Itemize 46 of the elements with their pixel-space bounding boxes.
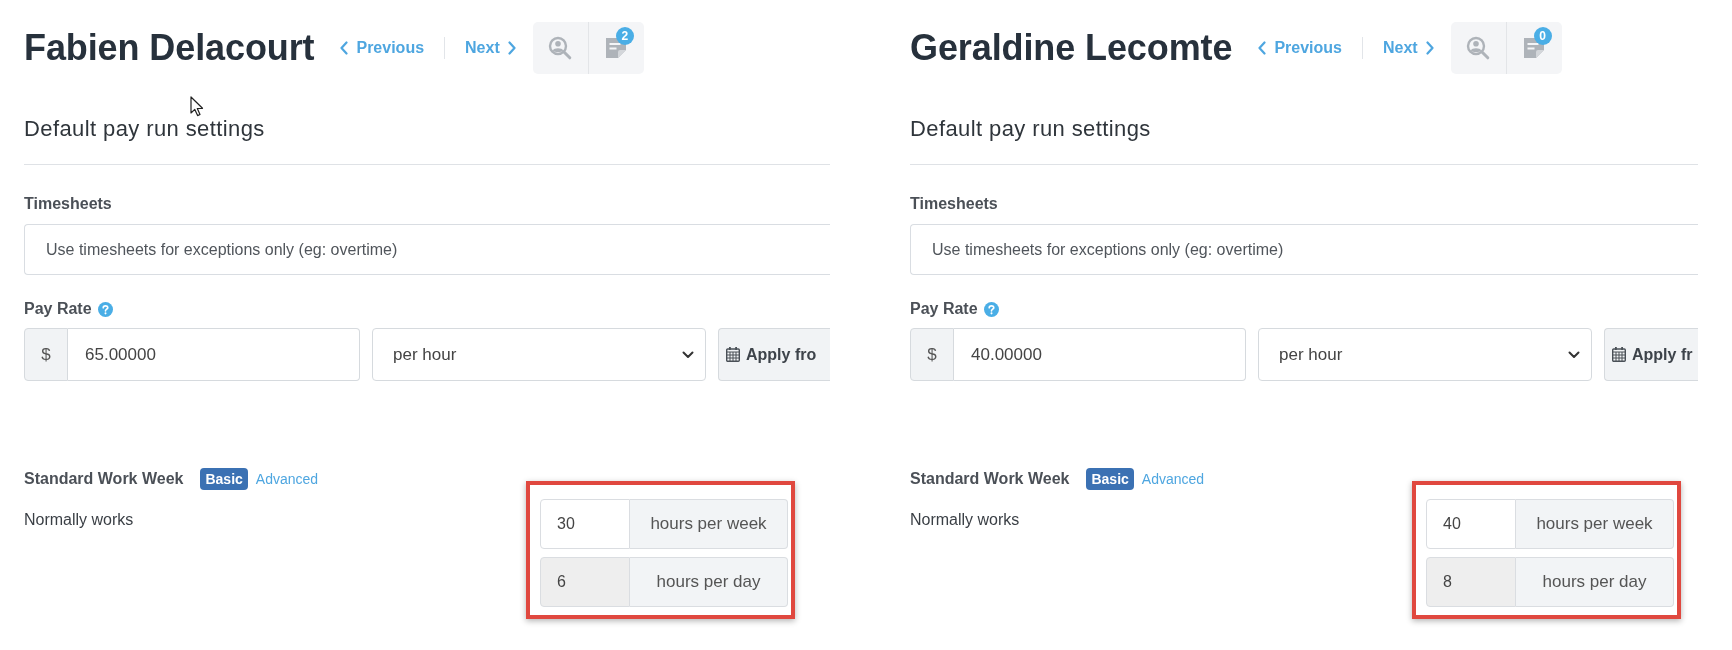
section-label: Standard Work Week <box>910 470 1070 488</box>
mode-tab[interactable]: Basic <box>1086 468 1134 490</box>
person-search-button[interactable] <box>532 22 588 74</box>
count-badge: 2 <box>615 27 634 45</box>
rate-unit-select[interactable]: per hour <box>372 328 706 381</box>
help-icon[interactable] <box>97 301 113 317</box>
calendar-icon <box>726 347 740 362</box>
unit-addon: hours per day <box>1516 557 1674 607</box>
employee-name: Geraldine Lecomte <box>910 27 1233 69</box>
field-label: Timesheets <box>910 194 999 214</box>
normally-works-label: Normally works <box>910 510 1021 530</box>
unit-addon: hours per week <box>1516 499 1674 549</box>
normally-works-label: Normally works <box>24 510 135 530</box>
unit-addon: hours per week <box>630 499 788 549</box>
currency-addon: $ <box>24 328 68 381</box>
person-search-icon <box>548 36 573 60</box>
calendar-icon <box>1612 347 1626 362</box>
section-title: Default pay run settings <box>24 116 266 142</box>
mode-tab[interactable]: Basic <box>200 468 248 490</box>
chevron-right-icon <box>507 41 516 55</box>
timesheets-select[interactable]: Use timesheets for exceptions only (eg: overtime) <box>910 224 1698 275</box>
count-badge: 0 <box>1533 27 1552 45</box>
amount-field[interactable]: 65.00000 <box>68 328 360 381</box>
apply-from-button[interactable]: Apply fr <box>1604 328 1698 381</box>
section-title: Default pay run settings <box>910 116 1152 142</box>
person-search-button[interactable] <box>1450 22 1506 74</box>
person-search-icon <box>1466 36 1491 60</box>
amount-field[interactable]: 40.00000 <box>954 328 1246 381</box>
chevron-right-icon <box>1425 41 1434 55</box>
currency-addon: $ <box>910 328 954 381</box>
chevron-down-icon <box>1568 350 1580 359</box>
apply-from-button[interactable]: Apply fro <box>718 328 830 381</box>
field-label: Timesheets <box>24 194 113 214</box>
hours-field[interactable]: 40 <box>1426 499 1516 549</box>
chevron-down-icon <box>682 350 694 359</box>
timesheets-select[interactable]: Use timesheets for exceptions only (eg: overtime) <box>24 224 830 275</box>
employee-name: Fabien Delacourt <box>24 27 315 69</box>
rate-unit-select[interactable]: per hour <box>1258 328 1592 381</box>
chevron-left-icon <box>340 41 349 55</box>
unit-addon: hours per day <box>630 557 788 607</box>
hours-field[interactable]: 30 <box>540 499 630 549</box>
section-label: Standard Work Week <box>24 470 184 488</box>
chevron-left-icon <box>1258 41 1267 55</box>
help-icon[interactable] <box>983 301 999 317</box>
field-label: Pay Rate <box>24 299 92 319</box>
field-label: Pay Rate <box>910 299 978 319</box>
